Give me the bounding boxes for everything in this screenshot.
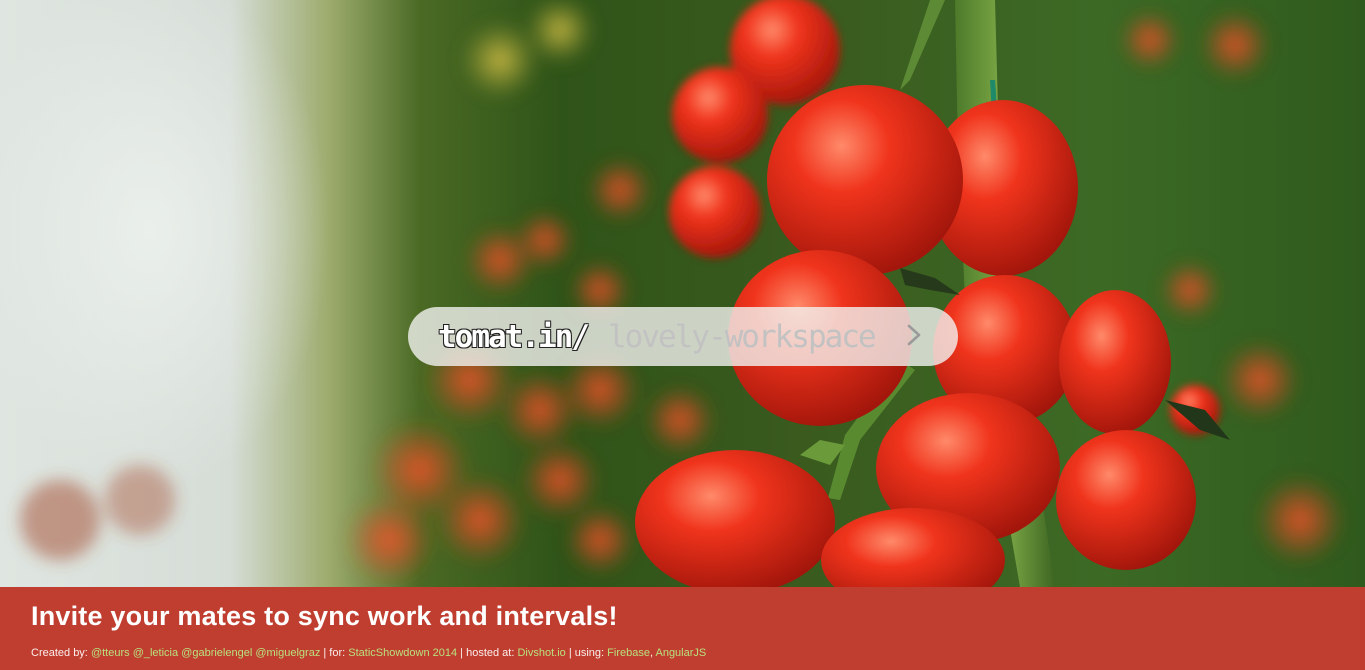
credits-line: Created by: @tteurs @_leticia @gabrielen… (31, 647, 706, 659)
using-label: | using: (568, 647, 605, 659)
go-button[interactable] (906, 323, 930, 351)
footer: Invite your mates to sync work and inter… (0, 587, 1365, 670)
for-label: | for: (323, 647, 346, 659)
hosted-label: | hosted at: (460, 647, 515, 659)
hero-background-photo: tomat.in/ (0, 0, 1365, 587)
event-link[interactable]: StaticShowdown 2014 (348, 647, 457, 659)
tomato-vine-photo (20, 0, 1345, 587)
tech-link-firebase[interactable]: Firebase (607, 647, 650, 659)
footer-headline: Invite your mates to sync work and inter… (31, 601, 618, 631)
tech-link-angularjs[interactable]: AngularJS (655, 647, 706, 659)
author-link[interactable]: @gabrielengel (181, 647, 252, 659)
workspace-url-bar: tomat.in/ (408, 307, 958, 366)
author-link[interactable]: @tteurs (91, 647, 130, 659)
host-link[interactable]: Divshot.io (517, 647, 565, 659)
url-prefix: tomat.in/ (438, 318, 590, 355)
author-link[interactable]: @_leticia (133, 647, 178, 659)
workspace-name-input[interactable] (607, 316, 908, 357)
author-link[interactable]: @miguelgraz (255, 647, 320, 659)
tech-separator: , (649, 647, 654, 659)
created-by-label: Created by: (31, 647, 88, 659)
